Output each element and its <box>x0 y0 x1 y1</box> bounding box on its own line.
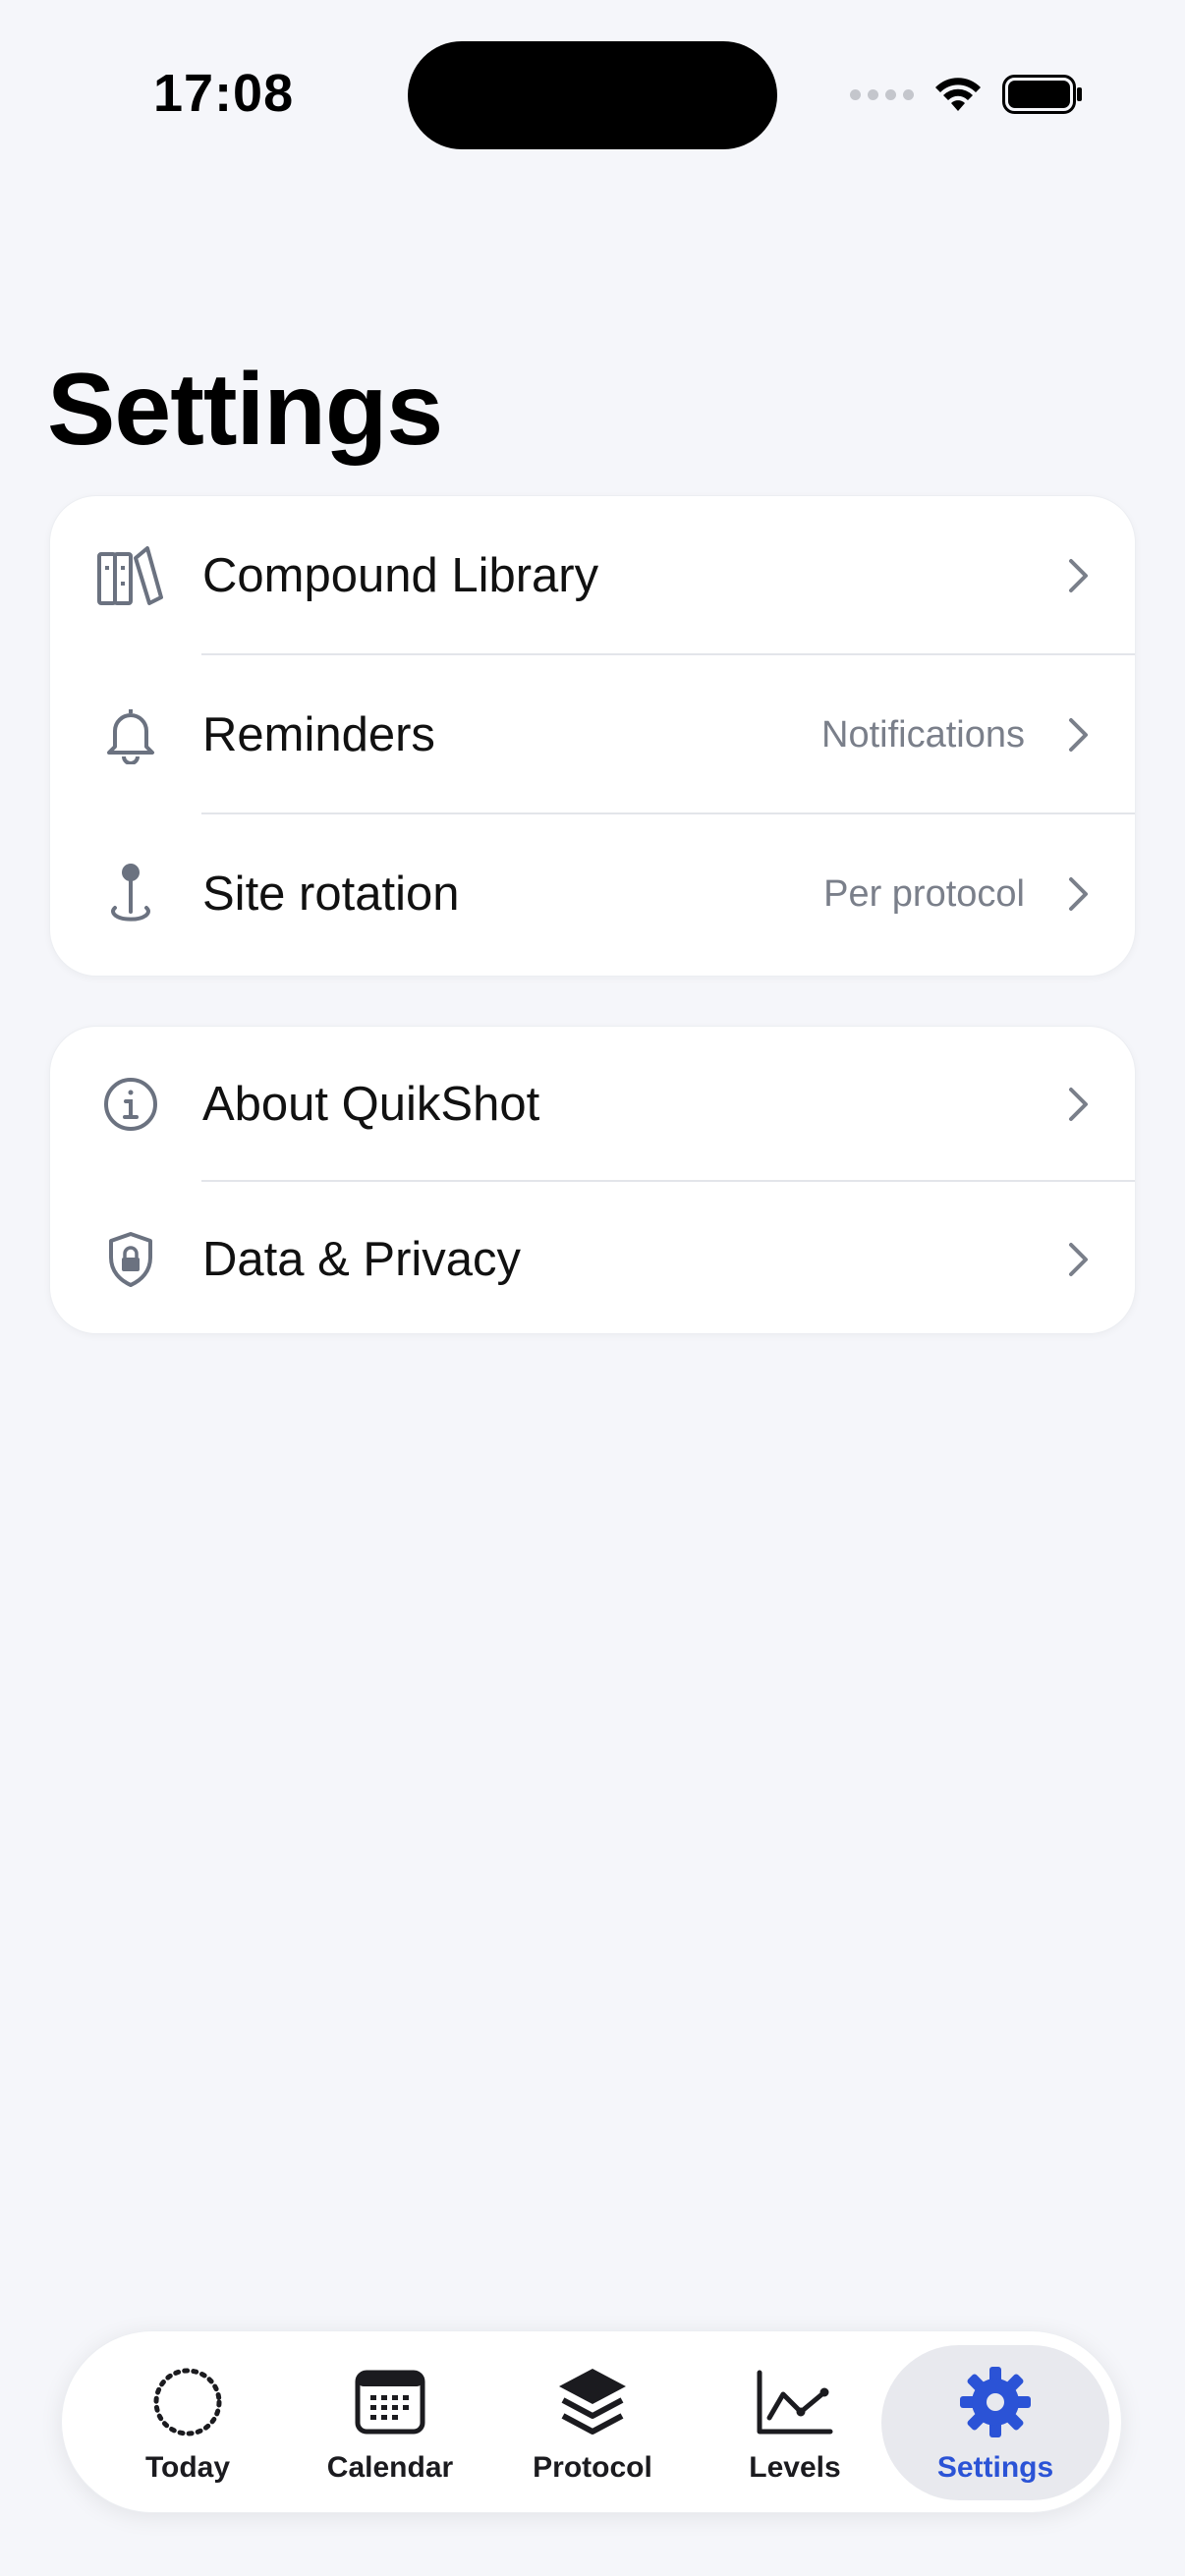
chevron-right-icon <box>1064 1240 1094 1279</box>
tab-levels[interactable]: Levels <box>697 2345 893 2500</box>
tab-bar: Today Calendar Protocol Levels Settings <box>61 2330 1122 2513</box>
tab-settings[interactable]: Settings <box>881 2345 1109 2500</box>
row-reminders[interactable]: Reminders Notifications <box>50 655 1135 814</box>
settings-screen: 17:08 Settings Compound Library Reminder… <box>0 0 1185 2576</box>
wifi-icon <box>933 76 983 113</box>
row-label: Data & Privacy <box>202 1233 522 1286</box>
tab-label: Today <box>144 2451 231 2484</box>
tab-label: Protocol <box>533 2451 652 2484</box>
chevron-right-icon <box>1064 874 1094 914</box>
tab-protocol[interactable]: Protocol <box>494 2345 691 2500</box>
books-icon <box>95 540 166 611</box>
row-label: Reminders <box>202 708 435 761</box>
row-detail: Per protocol <box>823 872 1025 915</box>
status-indicators <box>850 75 1083 114</box>
row-detail: Notifications <box>821 713 1025 756</box>
calendar-icon <box>355 2361 425 2443</box>
row-site-rotation[interactable]: Site rotation Per protocol <box>50 814 1135 974</box>
row-label: Compound Library <box>202 549 599 602</box>
tab-label: Levels <box>749 2451 841 2484</box>
dotted-circle-icon <box>151 2361 224 2443</box>
tab-calendar[interactable]: Calendar <box>292 2345 488 2500</box>
tab-label: Calendar <box>326 2451 454 2484</box>
battery-icon <box>1002 75 1083 114</box>
chevron-right-icon <box>1064 715 1094 755</box>
row-data-privacy[interactable]: Data & Privacy <box>50 1182 1135 1333</box>
status-time: 17:08 <box>153 64 295 123</box>
shield-lock-icon <box>95 1224 166 1295</box>
tab-today[interactable]: Today <box>89 2345 286 2500</box>
info-icon <box>95 1069 166 1140</box>
row-compound-library[interactable]: Compound Library <box>50 496 1135 655</box>
page-title: Settings <box>47 353 443 467</box>
row-label: About QuikShot <box>202 1078 540 1131</box>
chevron-right-icon <box>1064 1085 1094 1124</box>
gear-icon <box>958 2361 1033 2443</box>
dynamic-island <box>408 41 777 149</box>
row-about[interactable]: About QuikShot <box>50 1027 1135 1182</box>
settings-group-general: Compound Library Reminders Notifications <box>49 495 1136 977</box>
map-pin-icon <box>95 859 166 929</box>
chevron-right-icon <box>1064 556 1094 595</box>
line-chart-icon <box>756 2361 834 2443</box>
settings-group-about: About QuikShot Data & Privacy <box>49 1026 1136 1334</box>
tab-label: Settings <box>936 2451 1054 2484</box>
row-label: Site rotation <box>202 868 460 921</box>
cellular-signal-icon <box>850 88 914 100</box>
layers-icon <box>555 2361 630 2443</box>
bell-icon <box>95 700 166 770</box>
